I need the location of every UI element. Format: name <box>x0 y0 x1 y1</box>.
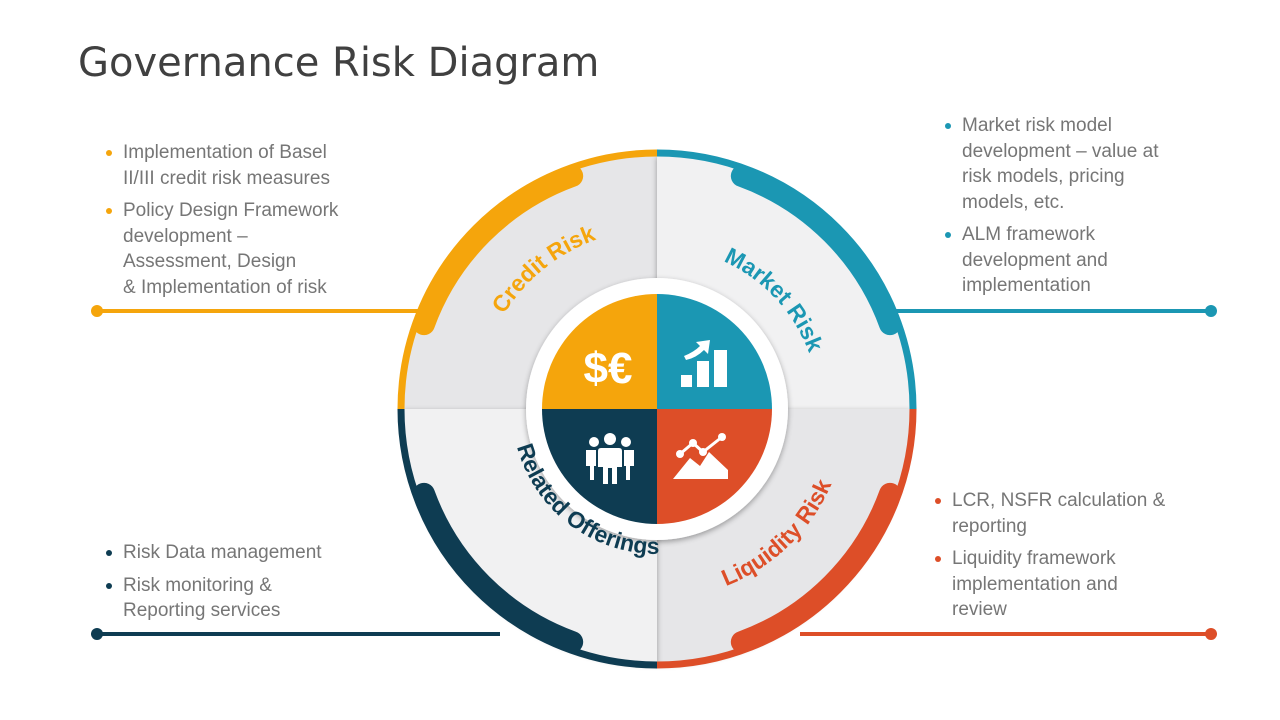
currency-dollar-euro-icon: $€ <box>584 344 633 393</box>
liquidity-connector-dot <box>1205 628 1217 640</box>
credit-connector-dot <box>91 305 103 317</box>
governance-risk-diagram: $€ Credit RiskMarket RiskRelated Offerin… <box>91 149 1217 669</box>
related-connector-dot <box>91 628 103 640</box>
market-connector-dot <box>1205 305 1217 317</box>
